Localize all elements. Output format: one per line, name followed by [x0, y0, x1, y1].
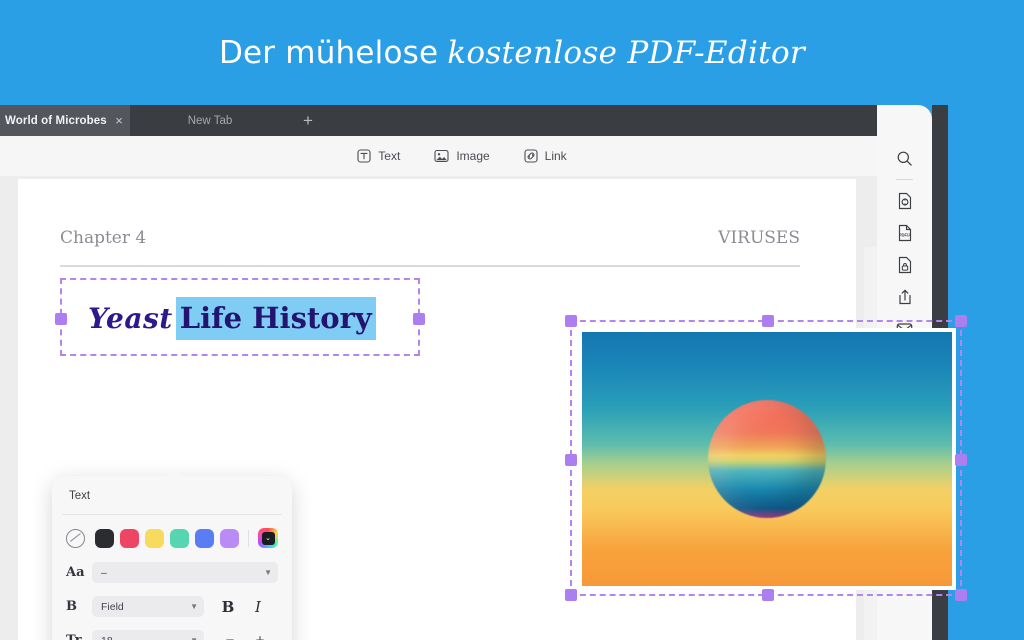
page-running-head: Chapter 4 VIRUSES — [60, 228, 800, 248]
resize-handle-top-center[interactable] — [762, 315, 774, 327]
color-swatch-purple[interactable] — [220, 529, 239, 548]
tab-label: New Tab — [188, 115, 233, 127]
custom-color-picker[interactable]: ⌄ — [258, 528, 278, 548]
page-title[interactable]: YeastLife History — [88, 296, 376, 346]
sphere-graphic — [708, 400, 826, 518]
toolbar-button-link[interactable]: Link — [524, 149, 567, 163]
color-swatch-yellow[interactable] — [145, 529, 164, 548]
resize-handle-middle-left[interactable] — [565, 454, 577, 466]
panel-pointer — [166, 468, 183, 477]
font-style-select[interactable]: Field ▼ — [92, 596, 204, 617]
font-icon: Aa — [66, 565, 92, 580]
resize-handle-bottom-center[interactable] — [762, 589, 774, 601]
tab-label: World of Microbes — [5, 115, 108, 127]
resize-handle-middle-right[interactable] — [955, 454, 967, 466]
title-script-word: Yeast — [88, 302, 173, 335]
font-style-value: Field — [101, 601, 190, 613]
headline-italic-part: kostenlose PDF-Editor — [447, 35, 805, 71]
font-size-value: 18 — [101, 635, 190, 640]
plus-icon[interactable]: + — [292, 105, 324, 136]
color-swatch-teal[interactable] — [170, 529, 189, 548]
convert-document-icon[interactable] — [885, 185, 925, 217]
text-format-panel[interactable]: Text ⌄ Aa – ▼ B Field ▼ — [52, 476, 292, 640]
title-selected-text: Life History — [176, 297, 376, 340]
decrease-font-size-button[interactable]: − — [218, 632, 242, 640]
resize-handle-bottom-right[interactable] — [955, 589, 967, 601]
pdfa-document-icon[interactable]: PDF/A — [885, 217, 925, 249]
header-divider — [60, 265, 800, 267]
divider — [896, 179, 913, 180]
close-icon[interactable]: × — [108, 113, 130, 128]
no-color-icon[interactable] — [66, 529, 85, 548]
toolbar-label: Image — [456, 149, 489, 163]
resize-handle-top-right[interactable] — [955, 315, 967, 327]
font-style-icon: B — [66, 599, 92, 614]
resize-handle-right[interactable] — [413, 313, 425, 325]
chevron-down-icon: ▼ — [190, 602, 198, 611]
chevron-down-icon: ▼ — [264, 568, 272, 577]
toolbar-button-text[interactable]: Text — [357, 149, 400, 163]
font-family-value: – — [101, 567, 264, 579]
resize-handle-bottom-left[interactable] — [565, 589, 577, 601]
promo-headline: Der mühelose kostenlose PDF-Editor — [0, 0, 1024, 105]
color-swatch-row: ⌄ — [66, 528, 278, 548]
share-icon[interactable] — [885, 281, 925, 313]
link-icon — [524, 149, 538, 163]
font-size-row: Tr 18 ▼ − + — [66, 630, 278, 640]
image-frame — [578, 328, 956, 590]
text-box-icon — [357, 149, 371, 163]
search-icon[interactable] — [885, 142, 925, 174]
color-swatch-red[interactable] — [120, 529, 139, 548]
window-titlebar: World of Microbes × New Tab + K — [0, 105, 932, 136]
panel-title: Text — [69, 490, 90, 502]
image-icon — [434, 149, 449, 163]
chevron-down-icon: ▼ — [190, 636, 198, 640]
text-object-selection[interactable]: YeastLife History — [60, 278, 420, 356]
panel-divider — [62, 514, 282, 515]
image-object-selection[interactable] — [570, 320, 962, 596]
italic-button[interactable]: I — [246, 598, 270, 616]
chevron-down-icon: ⌄ — [262, 532, 275, 545]
editor-toolbar: Text Image Link — [0, 136, 932, 176]
font-family-row: Aa – ▼ — [66, 562, 278, 583]
resize-handle-top-left[interactable] — [565, 315, 577, 327]
headline-regular-part: Der mühelose — [219, 35, 438, 71]
toolbar-label: Link — [545, 149, 567, 163]
font-family-select[interactable]: – ▼ — [92, 562, 278, 583]
lock-document-icon[interactable] — [885, 249, 925, 281]
bold-button[interactable]: B — [216, 598, 240, 616]
color-swatch-dark[interactable] — [95, 529, 114, 548]
divider — [248, 530, 249, 547]
color-swatch-blue[interactable] — [195, 529, 214, 548]
font-style-row: B Field ▼ B I — [66, 596, 278, 617]
section-label: VIRUSES — [718, 228, 800, 248]
toolbar-label: Text — [378, 149, 400, 163]
resize-handle-left[interactable] — [55, 313, 67, 325]
chapter-label: Chapter 4 — [60, 228, 146, 248]
image-content[interactable] — [582, 332, 952, 586]
font-size-icon: Tr — [66, 633, 92, 640]
increase-font-size-button[interactable]: + — [248, 632, 272, 640]
svg-text:PDF/A: PDF/A — [898, 233, 911, 238]
font-size-select[interactable]: 18 ▼ — [92, 630, 204, 640]
toolbar-button-image[interactable]: Image — [434, 149, 489, 163]
tab-world-of-microbes[interactable]: World of Microbes × — [0, 105, 130, 136]
tab-new-tab[interactable]: New Tab — [130, 105, 290, 136]
